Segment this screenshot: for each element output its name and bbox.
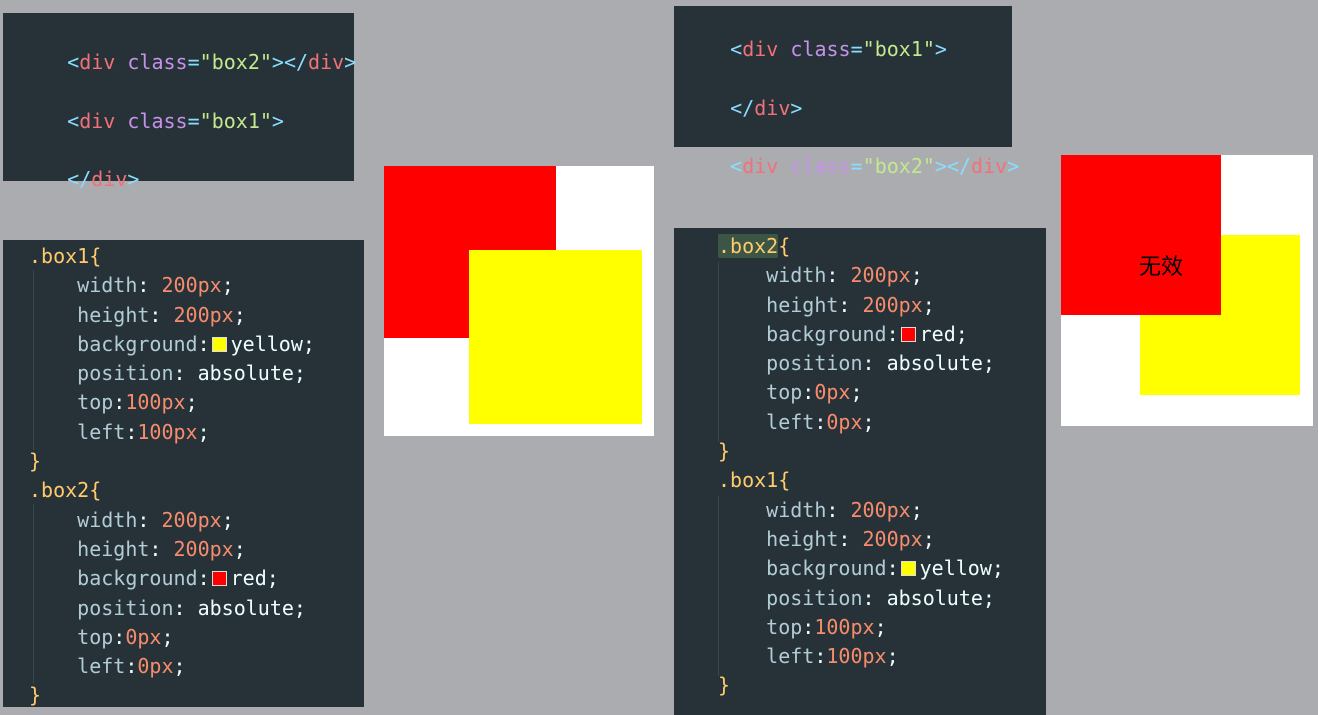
color-swatch-red[interactable] (900, 326, 916, 342)
css-declaration: height: 200px; (77, 302, 246, 327)
left-render-preview (384, 166, 654, 436)
css-selector-box2: .box2{ (29, 478, 102, 503)
color-swatch-red[interactable] (211, 571, 227, 587)
css-selector-box1: .box1{ (718, 468, 791, 493)
css-declaration: position: absolute; (77, 595, 306, 620)
css-declaration: width: 200px; (77, 273, 234, 298)
css-declaration: top:0px; (766, 380, 863, 405)
left-css-code-panel: .box1{ width: 200px; height: 200px; back… (3, 240, 364, 707)
code-line: <div class="box1"> (67, 108, 284, 133)
css-declaration: position: absolute; (766, 351, 995, 376)
code-line: <div class="box2"></div> (67, 50, 357, 75)
css-declaration: height: 200px; (77, 536, 246, 561)
css-declaration: left:100px; (766, 644, 899, 669)
css-declaration: height: 200px; (766, 292, 935, 317)
css-declaration: background: red; (766, 321, 968, 346)
code-line: <div class="box1"> (730, 37, 947, 62)
css-declaration: left:0px; (766, 409, 875, 434)
css-declaration: background: yellow; (77, 331, 315, 356)
css-declaration: top:0px; (77, 624, 174, 649)
css-declaration: left:100px; (77, 419, 210, 444)
css-declaration: position: absolute; (77, 361, 306, 386)
right-html-code-panel: <div class="box1"> </div> <div class="bo… (674, 6, 1019, 178)
css-selector-box1: .box1{ (29, 244, 102, 268)
right-css-code-panel: .box2{ width: 200px; height: 200px; back… (674, 228, 1046, 715)
yellow-box (469, 250, 642, 424)
code-line: </div> (67, 167, 140, 192)
color-swatch-yellow[interactable] (900, 561, 916, 577)
css-close-brace: } (718, 439, 731, 464)
red-box (1061, 155, 1221, 315)
css-declaration: width: 200px; (766, 497, 923, 522)
color-swatch-yellow[interactable] (211, 336, 227, 352)
right-render-preview: 无效 (1061, 155, 1313, 426)
css-close-brace: } (718, 673, 731, 698)
left-html-code-panel: <div class="box2"></div> <div class="box… (3, 13, 357, 192)
css-declaration: top:100px; (77, 390, 198, 415)
css-declaration: width: 200px; (77, 507, 234, 532)
invalid-label: 无效 (1139, 255, 1184, 280)
css-close-brace: } (29, 449, 42, 474)
code-line: </div> (730, 95, 803, 120)
css-declaration: background: red; (77, 566, 279, 591)
css-declaration: height: 200px; (766, 526, 935, 551)
css-close-brace: } (29, 683, 42, 708)
css-declaration: top:100px; (766, 614, 887, 639)
css-selector-box2: .box2{ (718, 234, 791, 258)
css-declaration: background: yellow; (766, 556, 1004, 581)
css-declaration: position: absolute; (766, 585, 995, 610)
css-declaration: width: 200px; (766, 263, 923, 288)
code-line: <div class="box2"></div> (730, 154, 1020, 179)
css-declaration: left:0px; (77, 654, 186, 679)
